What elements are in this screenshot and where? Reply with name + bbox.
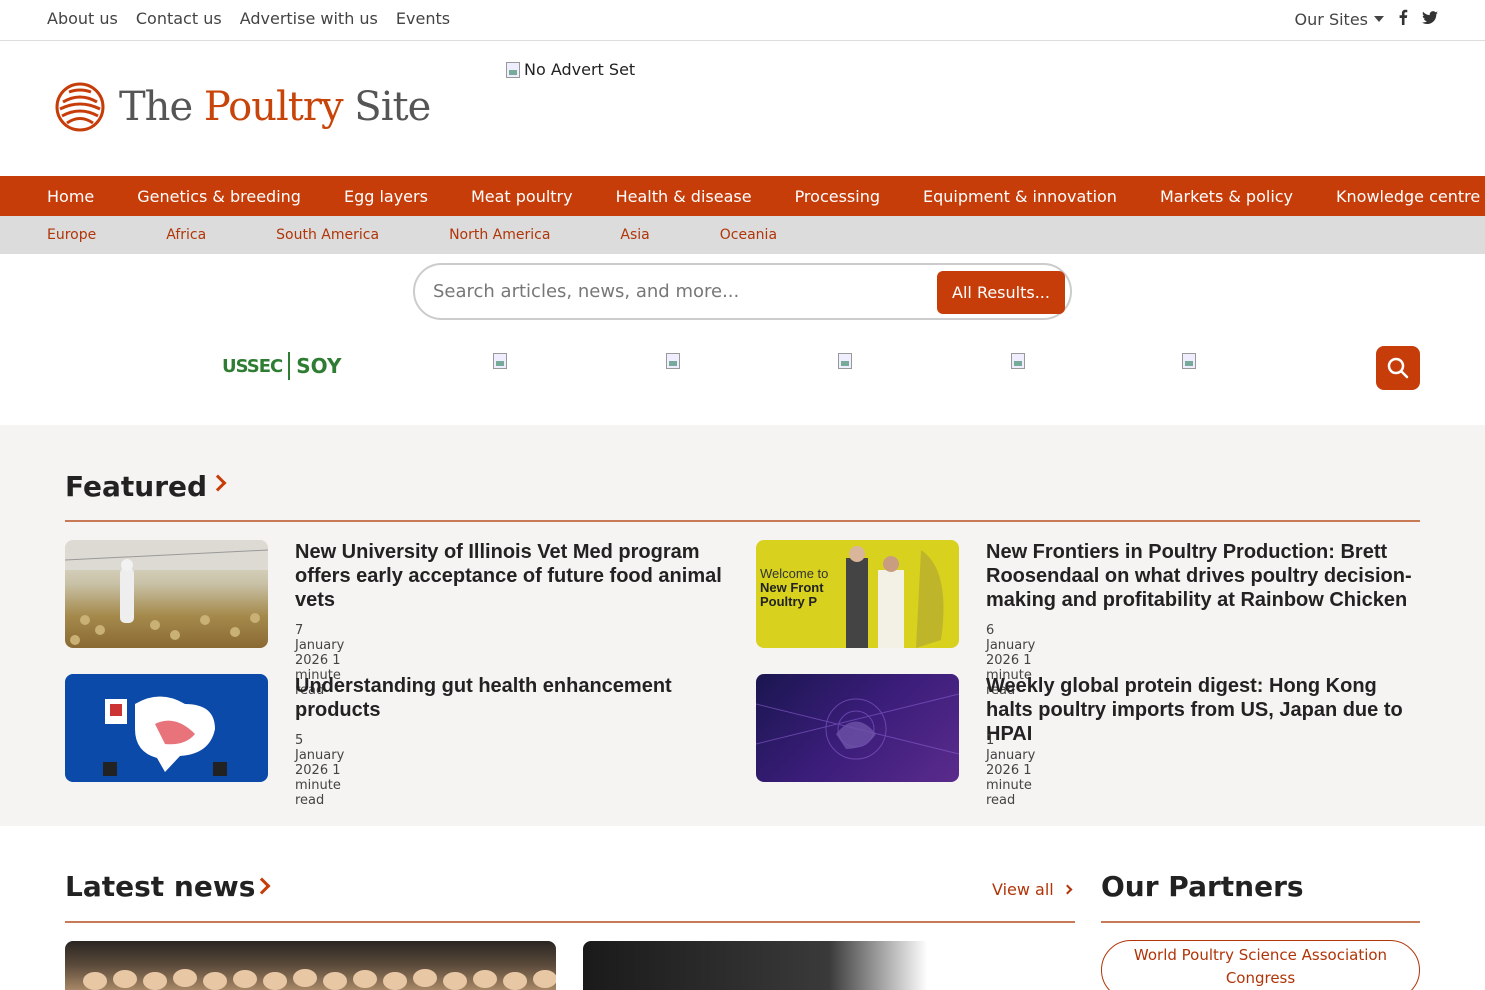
search-bar: Search articles, news, and more... All R… [413,263,1072,320]
facebook-icon[interactable] [1398,9,1408,29]
region-south-america[interactable]: South America [276,227,379,243]
advert-banner[interactable]: No Advert Set [506,60,635,79]
article-title[interactable]: New Frontiers in Poultry Production: Bre… [986,540,1426,612]
region-oceania[interactable]: Oceania [720,227,777,243]
chevron-right-icon[interactable] [253,877,271,895]
article-title[interactable]: New University of Illinois Vet Med progr… [295,540,735,612]
chevron-right-icon [1062,884,1073,895]
site-logo[interactable]: The Poultry Site [55,82,431,132]
utility-right: Our Sites [1295,9,1438,29]
sponsor-logo-5[interactable] [1011,353,1025,369]
advert-alt-text: No Advert Set [524,60,636,79]
article-thumbnail[interactable] [65,674,268,782]
article-thumbnail[interactable]: Welcome to New Front Poultry P [756,540,959,648]
caret-down-icon [1374,16,1384,22]
nav-home[interactable]: Home [47,187,94,206]
main-nav: Home Genetics & breeding Egg layers Meat… [0,176,1485,216]
latest-news-heading[interactable]: Latest news [65,870,255,903]
partners-divider [1101,921,1420,923]
events-link[interactable]: Events [396,9,450,28]
globe-logo-icon [55,82,105,132]
nav-processing[interactable]: Processing [795,187,880,206]
search-button[interactable] [1376,346,1420,390]
svg-text:Welcome to: Welcome to [760,566,828,581]
utility-links: About us Contact us Advertise with us Ev… [47,9,450,28]
article-meta: 5 January 2026 1 minute read [295,733,345,808]
logo-wordmark: The Poultry Site [119,84,431,130]
nav-meat-poultry[interactable]: Meat poultry [471,187,573,206]
region-asia[interactable]: Asia [620,227,649,243]
our-sites-dropdown[interactable]: Our Sites [1295,10,1384,29]
our-sites-label: Our Sites [1294,9,1368,29]
contact-us-link[interactable]: Contact us [136,9,222,28]
featured-section: Featured New University of Illinois Vet … [0,425,1485,826]
nav-genetics-breeding[interactable]: Genetics & breeding [137,187,301,206]
our-partners-heading: Our Partners [1101,870,1304,903]
advertise-link[interactable]: Advertise with us [240,9,378,28]
nav-equipment-innovation[interactable]: Equipment & innovation [923,187,1117,206]
sponsor-ussec-soy-logo[interactable]: USSEC SOY [222,352,341,380]
article-title[interactable]: Weekly global protein digest: Hong Kong … [986,674,1426,746]
sponsor-logo-3[interactable] [666,353,680,369]
article-thumbnail[interactable] [756,674,959,782]
region-nav: Europe Africa South America North Americ… [0,216,1485,254]
twitter-icon[interactable] [1422,10,1438,29]
sponsor-logo-6[interactable] [1182,353,1196,369]
featured-divider [65,520,1420,522]
region-north-america[interactable]: North America [449,227,550,243]
partner-link[interactable]: World Poultry Science Association Congre… [1101,940,1420,990]
nav-health-disease[interactable]: Health & disease [616,187,752,206]
article-meta: 1 January 2026 1 minute read [986,733,1036,808]
about-us-link[interactable]: About us [47,9,118,28]
top-utility-bar: About us Contact us Advertise with us Ev… [0,0,1485,41]
nav-markets-policy[interactable]: Markets & policy [1160,187,1293,206]
region-africa[interactable]: Africa [166,227,206,243]
latest-article-thumbnail-2[interactable] [583,941,1075,990]
broken-image-icon [506,61,520,78]
article-thumbnail[interactable] [65,540,268,648]
sponsor-logo-2[interactable] [493,353,507,369]
view-all-link[interactable]: View all [992,880,1073,899]
sponsor-logo-4[interactable] [838,353,852,369]
nav-egg-layers[interactable]: Egg layers [344,187,428,206]
svg-text:Poultry P: Poultry P [760,594,817,609]
search-input[interactable]: Search articles, news, and more... [433,281,739,302]
svg-text:New Front: New Front [760,580,824,595]
search-icon [1387,357,1409,379]
featured-heading[interactable]: Featured [65,470,207,503]
article-title[interactable]: Understanding gut health enhancement pro… [295,674,735,722]
nav-knowledge-centre[interactable]: Knowledge centre [1336,187,1480,206]
all-results-button[interactable]: All Results... [937,271,1065,314]
region-europe[interactable]: Europe [47,227,96,243]
latest-divider [65,921,1075,923]
chevron-right-icon[interactable] [209,474,227,492]
latest-article-thumbnail-1[interactable] [65,941,556,990]
